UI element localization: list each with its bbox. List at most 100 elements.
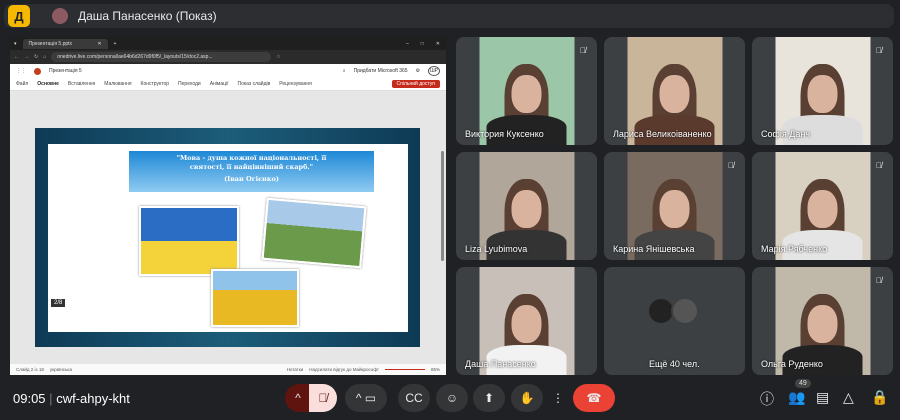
notes-button[interactable]: Нотатки — [287, 367, 304, 372]
ribbon-tab[interactable]: Рецензування — [279, 81, 312, 87]
star-icon[interactable]: ☆ — [276, 54, 280, 60]
participant-name: Карина Янішевська — [613, 244, 695, 254]
ribbon-tabs: Файл Основне Вставлення Малювання Констр… — [10, 78, 446, 91]
feedback-button[interactable]: Надсилати відгук до Майкрософт — [309, 367, 379, 372]
minimize-icon[interactable]: – — [406, 41, 409, 47]
audio-options-button[interactable]: ^ — [285, 384, 311, 412]
participant-name: Виктория Куксенко — [465, 129, 544, 139]
tab-menu-icon[interactable]: ▾ — [14, 41, 17, 47]
participant-name: Лариса Великоіваненко — [613, 129, 712, 139]
activities-icon[interactable]: △ — [843, 389, 854, 406]
forward-icon[interactable]: → — [24, 54, 29, 60]
raise-hand-button[interactable]: ✋ — [511, 384, 543, 412]
mic-off-icon: 🎙̸ — [872, 273, 886, 287]
captions-button[interactable]: CC — [398, 384, 430, 412]
tab-title: Презентація 5.pptx — [28, 40, 73, 47]
ribbon-tab[interactable]: Показ слайдів — [238, 81, 271, 87]
ribbon-tab[interactable]: Вставлення — [68, 81, 95, 87]
status-language[interactable]: українська — [50, 367, 72, 372]
close-window-icon[interactable]: ✕ — [436, 41, 440, 47]
settings-icon[interactable]: ⚙ — [416, 68, 420, 74]
ribbon-tab[interactable]: Конструктор — [141, 81, 170, 87]
host-controls-icon[interactable]: 🔒 — [871, 389, 888, 406]
zoom-level: 85% — [430, 367, 440, 372]
wreath-photo — [261, 197, 367, 269]
quote-line: "Мова - душа кожної національності, її — [176, 154, 327, 162]
presenter-name: Даша Панасенко (Показ) — [78, 9, 217, 23]
more-options-button[interactable]: ⋮ — [549, 384, 567, 412]
scrollbar[interactable] — [441, 151, 444, 261]
camera-button[interactable]: ^ ▭ — [345, 384, 387, 412]
zoom-slider[interactable] — [384, 369, 425, 370]
mic-off-icon: 🎙̸ — [576, 43, 590, 57]
apps-icon[interactable]: ⋮⋮ — [16, 68, 26, 74]
buy-m365[interactable]: Придбати Microsoft 365 — [354, 68, 408, 74]
participant-name: Марія Рябченко — [761, 244, 828, 254]
participant-tile[interactable]: 🎙̸ Софія Данч — [752, 37, 893, 145]
browser-tab[interactable]: Презентація 5.pptx ✕ — [22, 38, 108, 49]
ribbon-tab[interactable]: Переходи — [178, 81, 201, 87]
ppt-header: ⋮⋮ Презентація 5 ⌕ Придбати Microsoft 36… — [10, 64, 446, 78]
mic-off-button[interactable]: 🎙̸ — [309, 384, 337, 412]
participant-tile[interactable]: Liza Lyubimova — [456, 152, 597, 260]
home-icon[interactable]: ⌂ — [43, 54, 46, 60]
participant-name: Даша Панасенко — [465, 359, 536, 369]
participant-name: Ещё 40 чел. — [649, 359, 700, 369]
reload-icon[interactable]: ↻ — [34, 54, 38, 60]
mic-off-icon: 🎙̸ — [724, 158, 738, 172]
mic-off-icon: 🎙̸ — [872, 43, 886, 57]
mic-off-icon: 🎙̸ — [872, 158, 886, 172]
ribbon-tab[interactable]: Анімації — [210, 81, 229, 87]
address-bar: ← → ↻ ⌂ onedrive.live.com/personal/ae64b6d2… — [10, 50, 446, 64]
participant-tile[interactable]: Ещё 40 чел. — [604, 267, 745, 375]
participant-tile[interactable]: 🎙̸ Ольга Руденко — [752, 267, 893, 375]
info-icon[interactable]: ⓘ — [760, 389, 774, 409]
share-button[interactable]: Спільний доступ — [391, 80, 440, 88]
present-button[interactable]: ⬆ — [473, 384, 505, 412]
browser-tabs: ▾ Презентація 5.pptx ✕ + – □ ✕ — [10, 37, 446, 50]
slide-canvas: "Мова - душа кожної національності, її с… — [10, 91, 446, 364]
meeting-code: cwf-ahpy-kht — [56, 391, 130, 406]
quote-author: (Іван Огієнко) — [224, 175, 279, 183]
search-icon[interactable]: ⌕ — [343, 68, 346, 74]
new-tab-icon[interactable]: + — [114, 41, 117, 47]
file-name[interactable]: Презентація 5 — [49, 68, 82, 74]
participant-name: Софія Данч — [761, 129, 811, 139]
people-count-badge: 49 — [795, 379, 811, 388]
participant-name: Ольга Руденко — [761, 359, 823, 369]
participant-avatar — [671, 297, 699, 325]
sunflower-photo — [211, 269, 299, 327]
presenter-avatar — [52, 8, 68, 24]
end-call-button[interactable]: ☎ — [573, 384, 615, 412]
quote-line: святості, її найцінніший скарб." — [189, 163, 314, 171]
participant-tile[interactable]: 🎙̸ Карина Янішевська — [604, 152, 745, 260]
powerpoint-logo — [34, 67, 41, 75]
ribbon-tab[interactable]: Основне — [37, 81, 59, 87]
presenter-bar: Д Даша Панасенко (Показ) — [4, 4, 894, 28]
slide: "Мова - душа кожної національності, її с… — [35, 128, 420, 347]
meeting-info: 09:05 | cwf-ahpy-kht — [13, 391, 130, 406]
meet-logo: Д — [8, 5, 30, 27]
participant-tile[interactable]: Даша Панасенко — [456, 267, 597, 375]
participant-grid: 🎙̸ Виктория Куксенко Лариса Великоіваненко… — [456, 37, 893, 375]
participant-tile[interactable]: 🎙̸ Марія Рябченко — [752, 152, 893, 260]
user-avatar[interactable]: ШР — [428, 66, 440, 76]
back-icon[interactable]: ← — [14, 54, 19, 60]
clock: 09:05 — [13, 391, 46, 406]
close-icon[interactable]: ✕ — [97, 41, 101, 47]
participant-tile[interactable]: Лариса Великоіваненко — [604, 37, 745, 145]
participant-tile[interactable]: 🎙̸ Виктория Куксенко — [456, 37, 597, 145]
shared-screen: ▾ Презентація 5.pptx ✕ + – □ ✕ ← → ↻ ⌂ onedriv… — [10, 37, 446, 375]
people-icon[interactable]: 👥 — [788, 389, 805, 406]
status-bar: Слайд 2 із 18 українська Нотатки Надсила… — [10, 364, 446, 375]
emoji-button[interactable]: ☺ — [436, 384, 468, 412]
chat-icon[interactable]: ▤ — [816, 389, 829, 406]
maximize-icon[interactable]: □ — [421, 41, 424, 47]
status-slide: Слайд 2 із 18 — [16, 367, 44, 372]
slide-quote: "Мова - душа кожної національності, її с… — [129, 151, 374, 192]
ribbon-tab[interactable]: Малювання — [104, 81, 131, 87]
flag-photo — [139, 206, 239, 276]
participant-name: Liza Lyubimova — [465, 244, 528, 254]
ribbon-tab[interactable]: Файл — [16, 81, 28, 87]
url-input[interactable]: onedrive.live.com/personal/ae64b6d267d9f… — [51, 52, 272, 62]
